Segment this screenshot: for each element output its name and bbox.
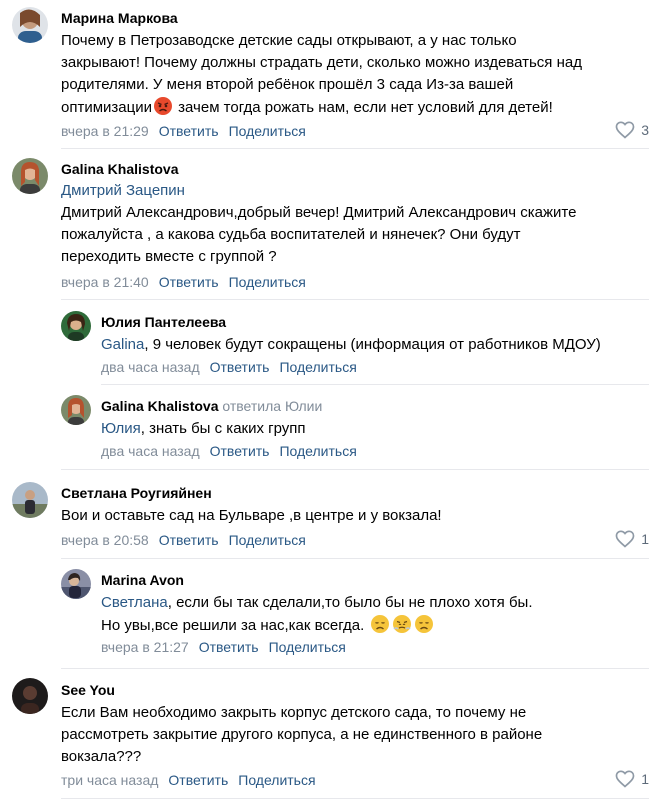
timestamp[interactable]: три часа назад — [61, 772, 158, 788]
mention-link[interactable]: Дмитрий Зацепин — [61, 180, 576, 202]
avatar[interactable] — [61, 311, 91, 341]
share-button[interactable]: Поделиться — [229, 532, 306, 548]
timestamp[interactable]: вчера в 21:27 — [101, 639, 189, 655]
share-button[interactable]: Поделиться — [229, 123, 306, 139]
avatar[interactable] — [12, 7, 48, 43]
like-button[interactable]: 3 — [615, 121, 649, 139]
divider — [61, 668, 649, 669]
timestamp[interactable]: два часа назад — [101, 359, 200, 375]
heart-outline-icon — [615, 770, 635, 788]
like-count: 3 — [641, 122, 649, 138]
comment-text: Galina, 9 человек будут сокращены (инфор… — [101, 336, 601, 353]
reply-button[interactable]: Ответить — [159, 123, 219, 139]
disappointed-face-emoji — [414, 614, 434, 634]
share-button[interactable]: Поделиться — [279, 359, 356, 375]
reply-button[interactable]: Ответить — [210, 359, 270, 375]
divider — [61, 148, 649, 149]
timestamp[interactable]: вчера в 21:40 — [61, 274, 149, 290]
share-button[interactable]: Поделиться — [238, 772, 315, 788]
disappointed-face-emoji — [370, 614, 390, 634]
author-name[interactable]: Юлия Пантелеева — [101, 314, 226, 330]
avatar[interactable] — [12, 158, 48, 194]
comment-meta: вчера в 21:27 Ответить Поделиться — [101, 639, 346, 655]
heart-outline-icon — [615, 121, 635, 139]
comment-meta: вчера в 20:58 Ответить Поделиться — [61, 532, 306, 548]
author-link[interactable]: Galina Khalistova — [101, 398, 218, 414]
reply-button[interactable]: Ответить — [159, 274, 219, 290]
reply-button[interactable]: Ответить — [199, 639, 259, 655]
comment-meta: два часа назад Ответить Поделиться — [101, 443, 357, 459]
avatar[interactable] — [12, 482, 48, 518]
heart-outline-icon — [615, 530, 635, 548]
comment-text: Дмитрий Зацепин Дмитрий Александрович,до… — [61, 180, 577, 265]
timestamp[interactable]: два часа назад — [101, 443, 200, 459]
timestamp[interactable]: вчера в 21:29 — [61, 123, 149, 139]
reply-button[interactable]: Ответить — [159, 532, 219, 548]
mention-link[interactable]: Юлия — [101, 420, 141, 437]
share-button[interactable]: Поделиться — [279, 443, 356, 459]
timestamp[interactable]: вчера в 20:58 — [61, 532, 149, 548]
comment-text: Светлана, если бы так сделали,то было бы… — [101, 594, 533, 634]
like-count: 1 — [641, 771, 649, 787]
replied-to[interactable]: ответила Юлии — [222, 398, 322, 414]
avatar[interactable] — [12, 678, 48, 714]
avatar[interactable] — [61, 569, 91, 599]
divider — [61, 798, 649, 799]
author-name[interactable]: Марина Маркова — [61, 10, 178, 26]
mention-link[interactable]: Светлана — [101, 594, 168, 611]
author-name[interactable]: Marina Avon — [101, 572, 184, 588]
author-name[interactable]: Galina Khalistova — [61, 161, 178, 177]
comment-text: Юлия, знать бы с каких групп — [101, 420, 306, 437]
author-name: Galina Khalistova ответила Юлии — [101, 398, 322, 414]
divider — [61, 299, 649, 300]
steam-from-nose-face-emoji — [392, 614, 412, 634]
divider — [61, 558, 649, 559]
like-button[interactable]: 1 — [615, 770, 649, 788]
avatar[interactable] — [61, 395, 91, 425]
author-name[interactable]: See You — [61, 682, 115, 698]
share-button[interactable]: Поделиться — [229, 274, 306, 290]
comment-text: Если Вам необходимо закрыть корпус детск… — [61, 704, 543, 765]
comment-meta: вчера в 21:29 Ответить Поделиться — [61, 123, 306, 139]
reply-button[interactable]: Ответить — [210, 443, 270, 459]
divider — [101, 384, 649, 385]
comment-meta: вчера в 21:40 Ответить Поделиться — [61, 274, 306, 290]
like-button[interactable]: 1 — [615, 530, 649, 548]
author-name[interactable]: Светлана Роугияйнен — [61, 485, 212, 501]
divider — [61, 469, 649, 470]
like-count: 1 — [641, 531, 649, 547]
comment-meta: два часа назад Ответить Поделиться — [101, 359, 357, 375]
comment-text: Вои и оставьте сад на Бульваре ,в центре… — [61, 507, 442, 524]
comment-text: Почему в Петрозаводске детские сады откр… — [61, 32, 582, 116]
comment-meta: три часа назад Ответить Поделиться — [61, 772, 316, 788]
share-button[interactable]: Поделиться — [269, 639, 346, 655]
mention-link[interactable]: Galina — [101, 336, 144, 353]
angry-face-emoji — [153, 96, 173, 116]
reply-button[interactable]: Ответить — [168, 772, 228, 788]
